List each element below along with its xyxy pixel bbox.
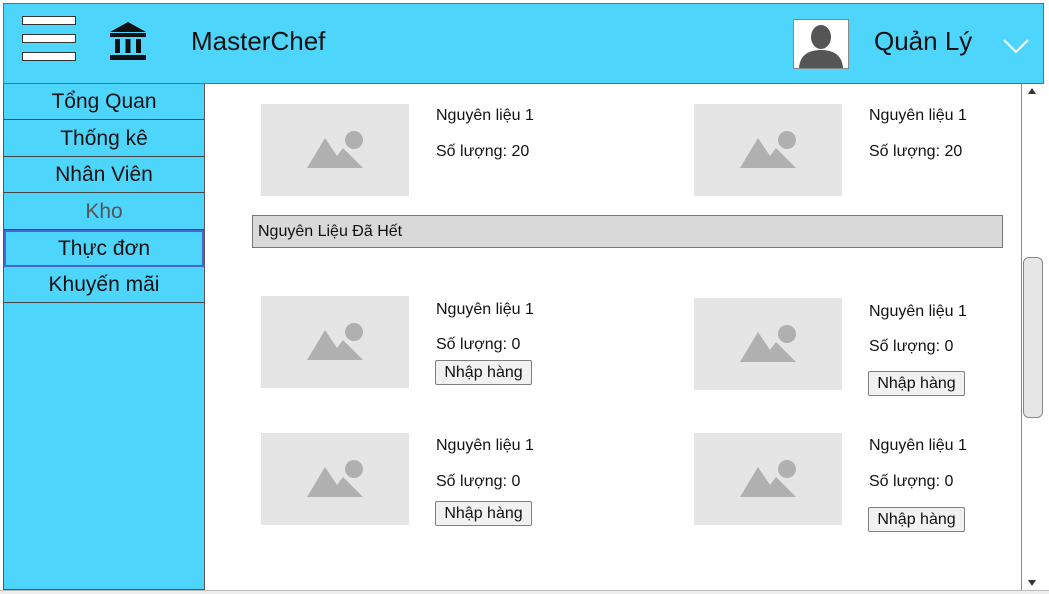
restock-button[interactable]: Nhập hàng [868,507,965,532]
ingredient-quantity: Số lượng: 0 [869,473,954,490]
ingredient-card: Nguyên liệu 1 Số lượng: 20 [694,104,967,204]
ingredient-name: Nguyên liệu 1 [436,107,534,124]
sidebar-item-thong-ke[interactable]: Thống kê [4,121,204,157]
image-placeholder-icon [694,298,842,390]
ingredient-name: Nguyên liệu 1 [436,301,534,318]
image-placeholder-icon [694,433,842,525]
restock-button[interactable]: Nhập hàng [435,501,532,526]
vertical-scrollbar[interactable] [1021,84,1044,590]
ingredient-card: Nguyên liệu 1 Số lượng: 0 Nhập hàng [694,433,967,533]
window-bottom-edge [0,590,1049,594]
app-title: MasterChef [191,26,326,56]
scroll-down-icon[interactable] [1028,580,1036,586]
out-of-stock-header: Nguyên Liệu Đã Hết [252,215,1003,248]
ingredient-quantity: Số lượng: 0 [436,473,521,490]
app-header: MasterChef Quản Lý [3,3,1044,84]
image-placeholder-icon [261,296,409,388]
sidebar-item-tong-quan[interactable]: Tổng Quan [4,84,204,120]
scroll-up-icon[interactable] [1028,88,1036,94]
inventory-content: Nguyên liệu 1 Số lượng: 20 Nguyên liệu 1… [206,84,1021,590]
restock-button[interactable]: Nhập hàng [868,371,965,396]
image-placeholder-icon [261,433,409,525]
user-name[interactable]: Quản Lý [874,26,972,57]
ingredient-card: Nguyên liệu 1 Số lượng: 0 Nhập hàng [694,298,967,398]
bank-icon [108,20,148,62]
sidebar-item-kho[interactable]: Kho [4,194,204,230]
ingredient-quantity: Số lượng: 0 [869,338,954,355]
ingredient-name: Nguyên liệu 1 [436,437,534,454]
ingredient-card: Nguyên liệu 1 Số lượng: 0 Nhập hàng [261,296,534,396]
image-placeholder-icon [261,104,409,196]
sidebar-item-nhan-vien[interactable]: Nhân Viên [4,157,204,193]
menu-icon[interactable] [22,16,78,66]
sidebar-item-thuc-don[interactable]: Thực đơn [4,230,204,267]
image-placeholder-icon [694,104,842,196]
restock-button[interactable]: Nhập hàng [435,360,532,385]
sidebar-item-khuyen-mai[interactable]: Khuyến mãi [4,267,204,303]
ingredient-name: Nguyên liệu 1 [869,437,967,454]
scrollbar-thumb[interactable] [1023,257,1043,418]
sidebar: Tổng Quan Thống kê Nhân Viên Kho Thực đơ… [3,84,205,590]
ingredient-quantity: Số lượng: 0 [436,336,521,353]
ingredient-name: Nguyên liệu 1 [869,107,967,124]
ingredient-card: Nguyên liệu 1 Số lượng: 0 Nhập hàng [261,433,534,533]
caret-down-icon[interactable] [1002,37,1030,57]
ingredient-card: Nguyên liệu 1 Số lượng: 20 [261,104,534,204]
ingredient-quantity: Số lượng: 20 [869,143,963,160]
ingredient-name: Nguyên liệu 1 [869,303,967,320]
avatar-icon[interactable] [793,19,849,69]
ingredient-quantity: Số lượng: 20 [436,143,530,160]
